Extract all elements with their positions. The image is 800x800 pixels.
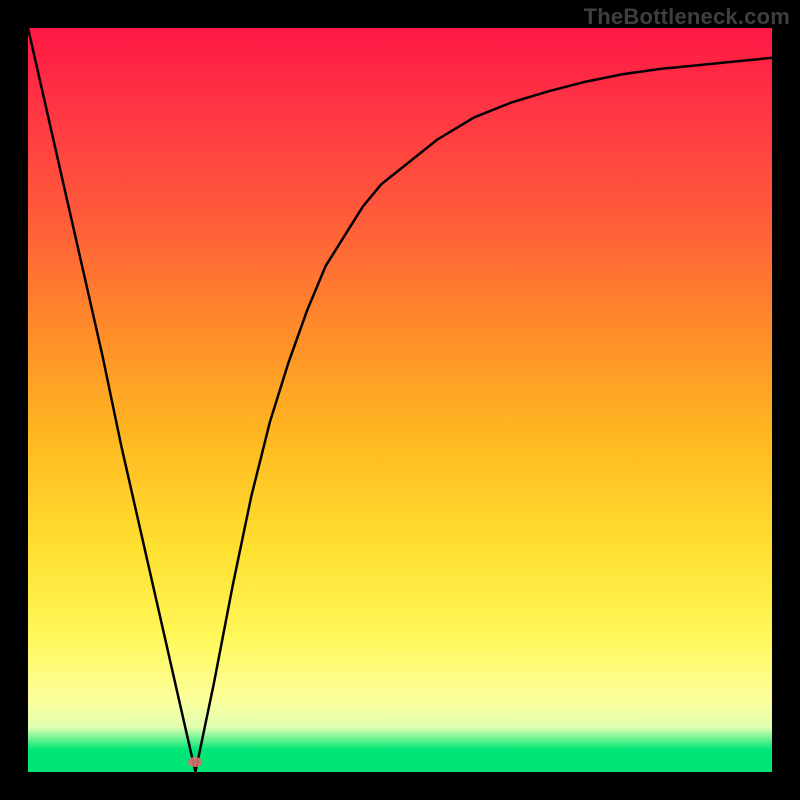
watermark-label: TheBottleneck.com bbox=[584, 4, 790, 30]
chart-frame: TheBottleneck.com bbox=[0, 0, 800, 800]
plot-area bbox=[28, 28, 772, 772]
optimal-point-marker bbox=[188, 757, 202, 767]
bottleneck-curve bbox=[28, 28, 772, 772]
